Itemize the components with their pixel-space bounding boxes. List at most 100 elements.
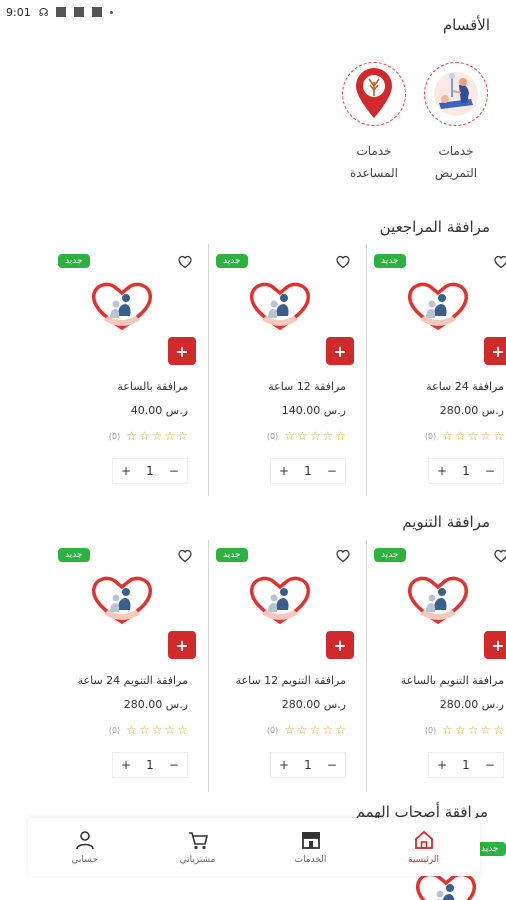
star-icon: ☆ (467, 429, 479, 443)
star-icon: ☆ (126, 429, 137, 443)
product-name: مرافقة التنويم 12 ساعة (235, 674, 346, 687)
nav-home[interactable]: الرئيسية (384, 829, 464, 865)
rating-count: (0) (108, 431, 121, 441)
heart-icon[interactable] (494, 254, 506, 269)
quantity-value: 1 (304, 464, 312, 478)
product-name: مرافقة بالساعة (117, 380, 188, 393)
quantity-stepper[interactable]: +1 − (428, 458, 504, 484)
decrement-button[interactable]: − (327, 464, 337, 478)
plus-icon: + (175, 635, 189, 655)
add-to-cart-button[interactable]: + (326, 337, 354, 365)
new-badge: جديد (216, 548, 248, 562)
product-card[interactable]: جديد + مرافقة 24 ساعة ر.س 280.00 (0) ☆ ☆ ☆ ☆ ☆ +1− (374, 244, 506, 494)
star-icon: ☆ (138, 429, 150, 443)
home-icon (413, 829, 435, 851)
increment-button[interactable]: + (121, 464, 131, 478)
card-divider (366, 540, 367, 792)
section-title-reviewers: مرافقة المراجعين (379, 218, 490, 236)
decrement-button[interactable]: − (169, 758, 179, 772)
product-card[interactable]: جديد + مرافقة التنويم بالساعة ر.س 280.00 (0)… (374, 538, 506, 788)
cart-icon (187, 829, 209, 851)
nurse-icon (424, 62, 488, 126)
add-to-cart-button[interactable]: + (484, 631, 506, 659)
status-time: 9:01 (6, 5, 31, 19)
store-icon (300, 829, 322, 851)
decrement-button[interactable]: − (169, 464, 179, 478)
star-icon: ☆ (309, 429, 321, 443)
more-dot-icon (110, 10, 114, 14)
increment-button[interactable]: + (437, 464, 447, 478)
add-to-cart-button[interactable]: + (326, 631, 354, 659)
star-icon: ☆ (296, 723, 308, 737)
category-nursing[interactable]: خدمات التمريض (416, 62, 496, 184)
product-rating: (0) ☆ ☆ ☆ ☆ ☆ (425, 430, 504, 442)
decrement-button[interactable]: − (485, 758, 495, 772)
product-logo (90, 576, 154, 626)
decrement-button[interactable]: − (485, 464, 495, 478)
heart-icon[interactable] (336, 254, 350, 269)
quantity-stepper[interactable]: +1 − (112, 458, 188, 484)
product-logo (90, 282, 154, 332)
product-rating: (0) ☆ ☆ ☆ ☆ ☆ (267, 724, 346, 736)
product-card[interactable]: جديد + مرافقة التنويم 24 ساعة ر.س 280.00 (0)… (58, 538, 198, 788)
quantity-stepper[interactable]: +1 − (112, 752, 188, 778)
product-price: ر.س 140.00 (281, 404, 346, 417)
bottom-navigation: الرئيسية الخدمات مشترياتي حسابي (28, 818, 480, 876)
mail-icon (92, 7, 103, 17)
product-card[interactable]: جديد + مرافقة التنويم 12 ساعة ر.س 280.00 (0)… (216, 538, 356, 788)
nav-account[interactable]: حسابي (45, 829, 125, 865)
star-icon: ☆ (177, 429, 188, 443)
product-price: ر.س 280.00 (123, 698, 188, 711)
star-icon: ☆ (284, 429, 295, 443)
increment-button[interactable]: + (279, 758, 289, 772)
product-price: ر.س 280.00 (439, 698, 504, 711)
heart-icon[interactable] (178, 548, 192, 563)
section-title-inpatient: مرافقة التنويم (402, 513, 490, 531)
heart-icon[interactable] (336, 548, 350, 563)
star-icon: ☆ (151, 723, 163, 737)
heart-icon[interactable] (494, 548, 506, 563)
product-name: مرافقة 12 ساعة (268, 380, 346, 393)
add-to-cart-button[interactable]: + (168, 337, 196, 365)
new-badge: جديد (58, 254, 90, 268)
quantity-stepper[interactable]: +1 − (428, 752, 504, 778)
increment-button[interactable]: + (279, 464, 289, 478)
category-assistance[interactable]: خدمات المساعدة (334, 62, 414, 184)
rating-count: (0) (108, 725, 121, 735)
nav-services[interactable]: الخدمات (271, 829, 351, 865)
quantity-value: 1 (146, 758, 154, 772)
add-to-cart-button[interactable]: + (168, 631, 196, 659)
product-card[interactable]: جديد + مرافقة 12 ساعة ر.س 140.00 (0) ☆ ☆ ☆ ☆ ☆ +1− (216, 244, 356, 494)
nav-label: الرئيسية (408, 855, 439, 865)
signal-icon: ☊ (38, 5, 49, 19)
heart-icon[interactable] (178, 254, 192, 269)
card-divider (208, 540, 209, 792)
increment-button[interactable]: + (437, 758, 447, 772)
nav-label: الخدمات (294, 855, 327, 865)
star-icon: ☆ (467, 723, 479, 737)
product-rating: (0) ☆ ☆ ☆ ☆ ☆ (109, 430, 188, 442)
user-icon (74, 829, 96, 851)
decrement-button[interactable]: − (327, 758, 337, 772)
star-icon: ☆ (164, 429, 176, 443)
star-icon: ☆ (309, 723, 321, 737)
category-line2: التمريض (434, 166, 478, 180)
star-icon: ☆ (164, 723, 176, 737)
quantity-stepper[interactable]: +1 − (270, 458, 346, 484)
product-logo (406, 576, 470, 626)
product-card[interactable]: جديد + مرافقة بالساعة ر.س 40.00 (0) ☆ ☆ ☆ ☆ ☆ +1− (58, 244, 198, 494)
rating-count: (0) (266, 431, 279, 441)
plus-icon: + (491, 635, 505, 655)
star-icon: ☆ (454, 723, 466, 737)
nav-purchases[interactable]: مشترياتي (158, 829, 238, 865)
product-name: مرافقة 24 ساعة (426, 380, 504, 393)
product-logo (414, 872, 478, 900)
rating-count: (0) (424, 725, 437, 735)
quantity-value: 1 (462, 758, 470, 772)
increment-button[interactable]: + (121, 758, 131, 772)
categories-title: الأقسام (442, 16, 490, 34)
product-price: ر.س 40.00 (130, 404, 188, 417)
add-to-cart-button[interactable]: + (484, 337, 506, 365)
quantity-stepper[interactable]: +1 − (270, 752, 346, 778)
star-icon: ☆ (480, 723, 492, 737)
